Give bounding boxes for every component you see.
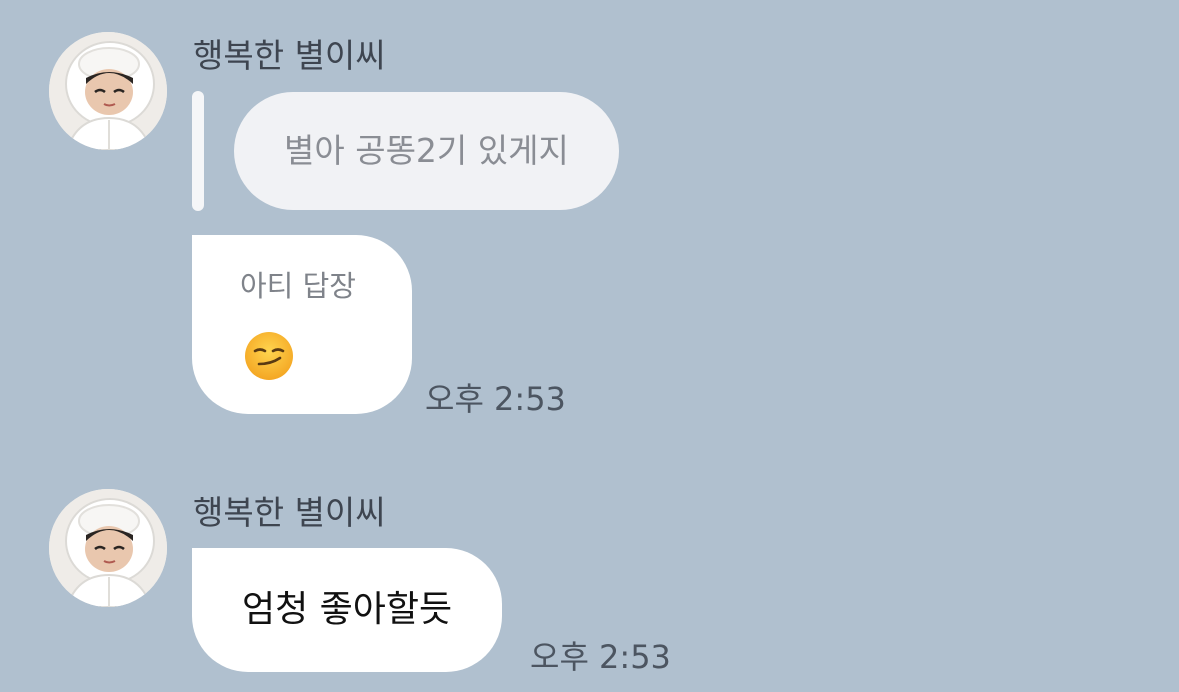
avatar[interactable] (49, 489, 167, 607)
reply-message-bubble[interactable]: 아티 답장 (192, 235, 412, 414)
smirking-face-icon (245, 332, 293, 380)
quote-bar (192, 91, 204, 211)
message-bubble[interactable]: 엄청 좋아할듯 (192, 548, 503, 672)
quoted-message[interactable]: 별아 공똥2기 있게지 (234, 92, 619, 210)
message-time: 오후 2:53 (425, 380, 566, 418)
reply-label: 아티 답장 (240, 269, 356, 303)
sender-name: 행복한 별이씨 (193, 493, 386, 532)
chat-view: 행복한 별이씨 별아 공똥2기 있게지 아티 답장 오후 2:53 행복한 별이… (0, 0, 1179, 692)
avatar[interactable] (49, 32, 167, 150)
avatar-image (49, 32, 167, 150)
message-time: 오후 2:53 (530, 638, 671, 676)
avatar-image (49, 489, 167, 607)
sender-name: 행복한 별이씨 (193, 36, 386, 75)
